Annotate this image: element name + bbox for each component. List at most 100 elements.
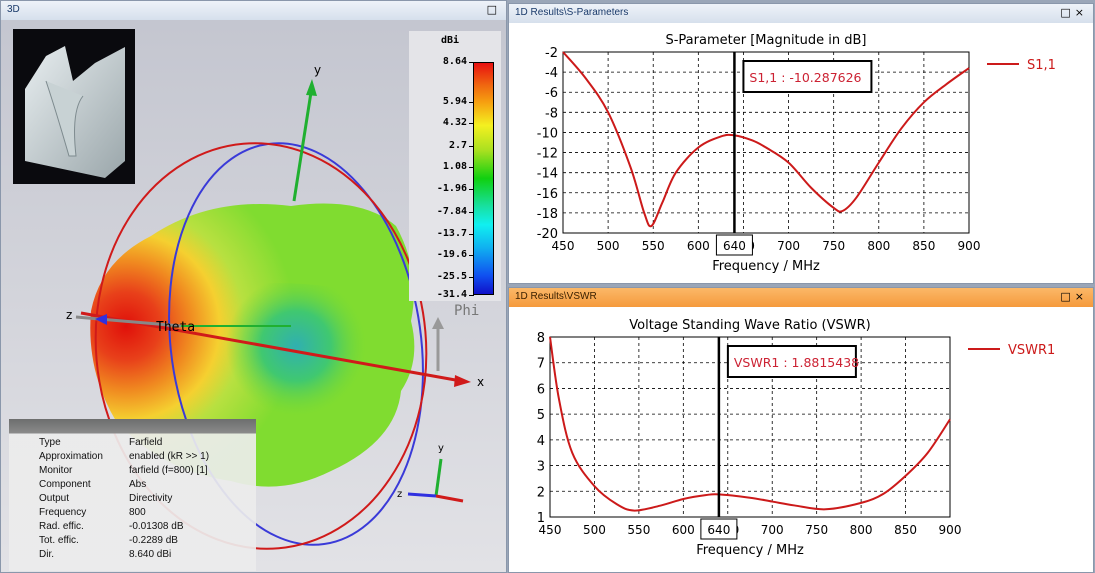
sparameter-chart[interactable]: S-Parameter [Magnitude in dB]450 500 550 60… [509, 23, 1093, 283]
colorbar-tick-label: 8.64 [442, 56, 467, 67]
maximize-icon[interactable]: □ [1060, 290, 1074, 303]
z-axis-label: z [66, 308, 72, 322]
marker-x-label: 640 [707, 523, 730, 537]
close-icon[interactable]: × [1075, 6, 1088, 19]
colorbar-gradient [473, 62, 494, 295]
x-tick-label: 700 [761, 523, 784, 537]
colorbar-unit: dBi [441, 35, 460, 46]
y-tick-label: -20 [537, 227, 558, 242]
info-value: -0.2289 dB [129, 535, 178, 546]
x-tick-label: 700 [777, 239, 800, 253]
legend-label: VSWR1 [1008, 343, 1055, 358]
x-axis-label: Frequency / MHz [712, 259, 820, 274]
y-tick-label: 7 [537, 357, 545, 372]
y-tick-label: -6 [545, 86, 558, 101]
y-tick-label: 1 [537, 511, 545, 526]
vswr-pane: 1D Results\VSWR □× Voltage Standing Wave… [508, 287, 1094, 573]
colorbar-tick-label: -25.5 [436, 271, 467, 282]
info-label: Rad. effic. [39, 521, 84, 532]
y-tick-label: 2 [537, 485, 545, 500]
info-label: Frequency [39, 507, 87, 518]
antenna-photo [13, 29, 135, 184]
x-tick-label: 550 [627, 523, 650, 537]
vswr-pane-title: 1D Results\VSWR [509, 288, 1093, 307]
3d-view-pane: 3D □ y x z Theta y z dBi 8.64 5.94 4.32 … [0, 0, 507, 573]
x-tick-label: 850 [894, 523, 917, 537]
colorbar-tick-label: -1.96 [436, 183, 467, 194]
y-tick-label: 6 [537, 382, 545, 397]
marker-readout: VSWR1 : 1.8815438 [734, 355, 859, 370]
colorbar-tick-mark [469, 255, 474, 256]
y-tick-label: -8 [545, 106, 558, 121]
axis-triad-icon: y z [397, 443, 464, 503]
colorbar-tick-label: 2.7 [448, 140, 467, 151]
y-tick-label: -2 [545, 46, 558, 61]
y-tick-label: 8 [537, 331, 545, 346]
info-label: Tot. effic. [39, 535, 79, 546]
colorbar-tick-mark [469, 295, 474, 296]
x-tick-label: 550 [642, 239, 665, 253]
info-value: Abs [129, 479, 147, 490]
y-tick-label: -10 [537, 126, 558, 141]
colorbar-tick-label: -7.84 [436, 206, 467, 217]
x-tick-label: 750 [805, 523, 828, 537]
3d-pane-title: 3D [1, 1, 506, 20]
y-tick-label: -18 [537, 207, 558, 222]
info-value: enabled (kR >> 1) [129, 451, 210, 462]
vswr-chart[interactable]: Voltage Standing Wave Ratio (VSWR)450 500… [509, 307, 1093, 573]
x-tick-label: 800 [867, 239, 890, 253]
svg-text:z: z [397, 489, 402, 500]
info-label: Monitor [39, 465, 73, 476]
close-icon[interactable]: × [1075, 290, 1088, 303]
theta-label: Theta [156, 320, 195, 335]
legend-label: S1,1 [1027, 58, 1056, 73]
info-label: Component [39, 479, 91, 490]
colorbar-tick-label: -31.4 [436, 289, 467, 300]
info-label: Dir. [39, 549, 54, 560]
colorbar-legend: dBi 8.64 5.94 4.32 2.7 1.08 -1.96 -7.84 -13.7 -1… [409, 31, 501, 301]
x-tick-label: 850 [912, 239, 935, 253]
x-tick-label: 800 [850, 523, 873, 537]
sparameters-pane: 1D Results\S-Parameters □× S-Parameter [… [508, 3, 1094, 284]
info-value: 800 [129, 507, 146, 518]
colorbar-tick-mark [469, 167, 474, 168]
y-tick-label: -14 [537, 167, 558, 182]
y-axis [292, 85, 314, 202]
phi-label: Phi [454, 303, 480, 319]
x-tick-label: 900 [958, 239, 981, 253]
marker-x-label: 640 [723, 239, 746, 253]
colorbar-tick-mark [469, 62, 474, 63]
x-axis-label: x [477, 375, 484, 389]
info-value: farfield (f=800) [1] [129, 465, 208, 476]
y-tick-label: -4 [545, 66, 558, 81]
x-tick-label: 500 [597, 239, 620, 253]
colorbar-tick-mark [469, 102, 474, 103]
x-tick-label: 900 [939, 523, 962, 537]
info-value: Farfield [129, 437, 163, 448]
chart-title: Voltage Standing Wave Ratio (VSWR) [629, 318, 870, 333]
colorbar-tick-mark [469, 189, 474, 190]
info-label: Output [39, 493, 70, 504]
maximize-icon[interactable]: □ [1060, 6, 1074, 19]
3d-pane-buttons: □ [487, 3, 501, 16]
colorbar-tick-mark [469, 123, 474, 124]
info-value: 8.640 dBi [129, 549, 172, 560]
colorbar-tick-label: 1.08 [442, 161, 467, 172]
x-tick-label: 600 [672, 523, 695, 537]
colorbar-tick-mark [469, 277, 474, 278]
colorbar-tick-label: 5.94 [442, 96, 467, 107]
colorbar-tick-label: -19.6 [436, 249, 467, 260]
maximize-icon[interactable]: □ [487, 3, 501, 16]
colorbar-tick-mark [469, 146, 474, 147]
colorbar-tick-label: 4.32 [442, 117, 467, 128]
svg-text:y: y [438, 443, 444, 454]
x-tick-label: 600 [687, 239, 710, 253]
marker-readout: S1,1 : -10.287626 [749, 70, 861, 85]
y-tick-label: -16 [537, 187, 558, 202]
chart-title: S-Parameter [Magnitude in dB] [665, 33, 866, 48]
x-tick-label: 750 [822, 239, 845, 253]
info-value: Directivity [129, 493, 173, 504]
y-axis-label: y [314, 63, 321, 77]
colorbar-tick-mark [469, 234, 474, 235]
x-tick-label: 500 [583, 523, 606, 537]
